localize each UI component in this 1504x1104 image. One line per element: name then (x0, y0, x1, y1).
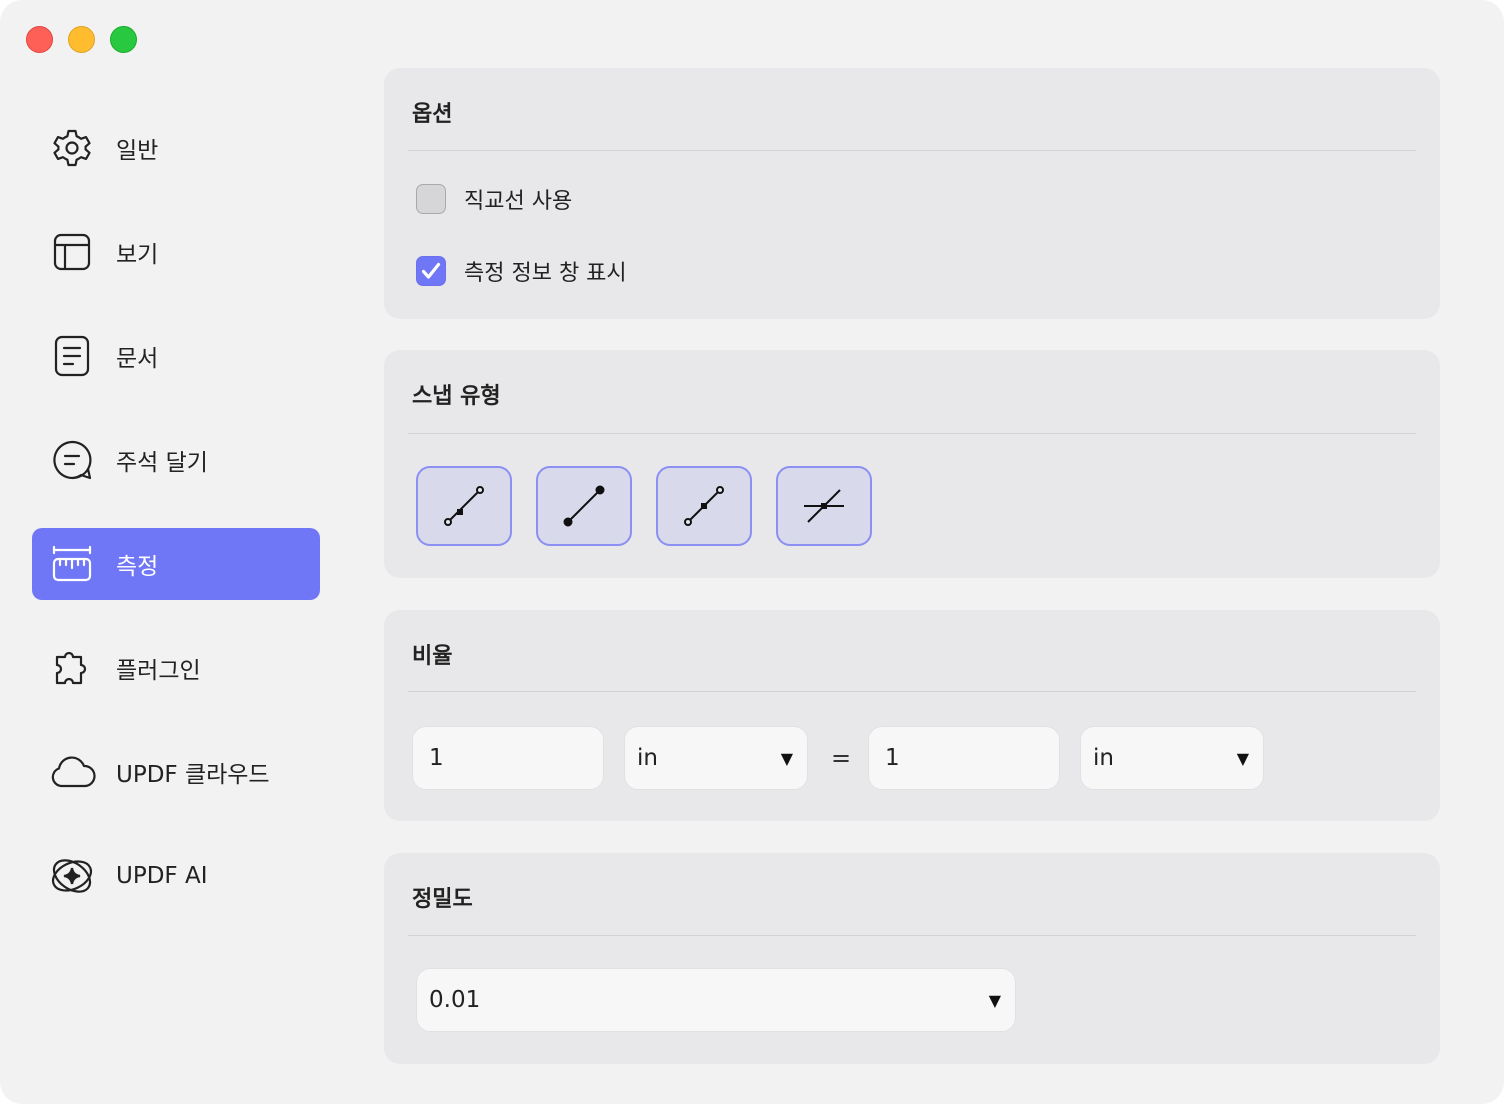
snap-type-title: 스냅 유형 (412, 384, 501, 409)
dropdown-arrow-icon: ▼ (1236, 749, 1249, 768)
sidebar-item-measure[interactable]: 측정 (32, 528, 320, 600)
sidebar-item-label: UPDF 클라우드 (116, 762, 270, 788)
snap-to-path-icon (563, 485, 605, 527)
sidebar-item-label: 주석 달기 (116, 450, 208, 476)
ratio-card: 비율 in ▼ = in ▼ (384, 610, 1440, 821)
ratio-right-value-field[interactable] (868, 726, 1060, 790)
snap-endpoint-button[interactable] (416, 466, 512, 546)
orthogonal-line-checkbox[interactable] (416, 184, 446, 214)
measurement-info-option[interactable]: 측정 정보 창 표시 (416, 255, 627, 287)
snap-to-endpoint-icon (444, 486, 484, 526)
sidebar-item-ai[interactable]: UPDF AI (32, 840, 320, 912)
ratio-left-value-field[interactable] (412, 726, 604, 790)
checkmark-icon (421, 262, 441, 279)
ratio-title: 비율 (412, 644, 453, 669)
layout-icon (48, 230, 96, 274)
window-controls (26, 26, 137, 53)
gear-icon (48, 126, 96, 170)
sidebar-item-label: 일반 (116, 138, 159, 164)
cloud-icon (48, 750, 96, 794)
snap-to-intersection-icon (804, 489, 844, 523)
preferences-window: 일반 보기 문서 주석 달기 측정 플러그인 UPDF 클라우드 UPDF AI… (0, 0, 1504, 1104)
ratio-right-unit-value: in (1093, 745, 1114, 771)
snap-midpoint-button[interactable] (656, 466, 752, 546)
sidebar-item-document[interactable]: 문서 (32, 320, 320, 392)
sidebar-item-general[interactable]: 일반 (32, 112, 320, 184)
sidebar-item-cloud[interactable]: UPDF 클라우드 (32, 736, 320, 808)
ratio-right-value-input[interactable] (885, 745, 1035, 771)
measurement-info-label: 측정 정보 창 표시 (464, 261, 627, 286)
ratio-right-unit-select[interactable]: in ▼ (1080, 726, 1264, 790)
divider (408, 150, 1416, 151)
divider (408, 433, 1416, 434)
minimize-window-button[interactable] (68, 26, 95, 53)
ruler-icon (48, 542, 96, 586)
measurement-info-checkbox[interactable] (416, 256, 446, 286)
sidebar-item-view[interactable]: 보기 (32, 216, 320, 288)
precision-select[interactable]: 0.01 ▼ (416, 968, 1016, 1032)
ratio-left-value-input[interactable] (429, 745, 579, 771)
precision-value: 0.01 (429, 987, 481, 1013)
snap-intersection-button[interactable] (776, 466, 872, 546)
maximize-window-button[interactable] (110, 26, 137, 53)
options-title: 옵션 (412, 102, 453, 127)
sidebar-item-label: 플러그인 (116, 658, 201, 684)
puzzle-icon (48, 646, 96, 690)
ratio-left-unit-select[interactable]: in ▼ (624, 726, 808, 790)
sidebar-item-label: 보기 (116, 242, 159, 268)
dropdown-arrow-icon: ▼ (988, 991, 1001, 1010)
snap-to-midpoint-icon (684, 486, 724, 526)
close-window-button[interactable] (26, 26, 53, 53)
sidebar-item-label: 측정 (116, 554, 159, 580)
sidebar-item-plugins[interactable]: 플러그인 (32, 632, 320, 704)
sidebar-item-annotate[interactable]: 주석 달기 (32, 424, 320, 496)
snap-type-card: 스냅 유형 (384, 350, 1440, 578)
equals-sign: = (831, 744, 852, 772)
dropdown-arrow-icon: ▼ (780, 749, 793, 768)
orthogonal-line-option[interactable]: 직교선 사용 (416, 183, 572, 215)
divider (408, 691, 1416, 692)
ai-sparkle-icon (48, 854, 96, 898)
sidebar-item-label: 문서 (116, 346, 159, 372)
document-icon (48, 334, 96, 378)
divider (408, 935, 1416, 936)
snap-path-button[interactable] (536, 466, 632, 546)
sidebar-item-label: UPDF AI (116, 863, 208, 889)
orthogonal-line-label: 직교선 사용 (464, 189, 573, 214)
comment-icon (48, 438, 96, 482)
options-card: 옵션 직교선 사용 측정 정보 창 표시 (384, 68, 1440, 319)
precision-title: 정밀도 (412, 887, 473, 912)
ratio-left-unit-value: in (637, 745, 658, 771)
precision-card: 정밀도 0.01 ▼ (384, 853, 1440, 1064)
